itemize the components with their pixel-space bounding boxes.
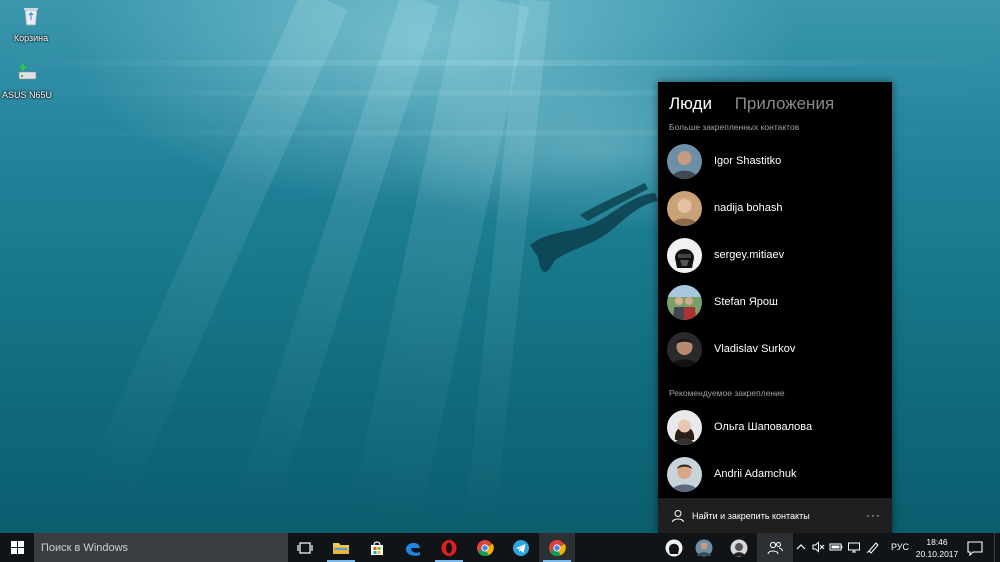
contact-andrii-adamchuk[interactable]: Andrii Adamchuk	[658, 451, 892, 497]
chrome-icon	[477, 539, 494, 556]
avatar	[665, 539, 683, 556]
desktop-icon-recycle-bin[interactable]: Корзина	[1, 5, 61, 43]
contact-igor-shastitko[interactable]: Igor Shastitko	[658, 138, 892, 184]
desktop-icon-label: Корзина	[13, 33, 49, 43]
more-options-button[interactable]: ···	[866, 508, 881, 522]
contact-name: Igor Shastitko	[714, 155, 782, 167]
start-button[interactable]	[0, 533, 34, 562]
taskbar-pinned-contact-vladislav[interactable]	[721, 533, 757, 562]
tab-apps[interactable]: Приложения	[735, 94, 834, 113]
taskbar-app-store[interactable]	[359, 533, 395, 562]
folder-icon	[333, 542, 349, 554]
taskbar-app-opera[interactable]	[431, 533, 467, 562]
contact-name: Ольга Шаповалова	[714, 421, 813, 433]
avatar	[667, 190, 702, 226]
avatar	[667, 456, 702, 492]
clock[interactable]: 18:46 20.10.2017	[915, 536, 959, 560]
avatar	[667, 331, 702, 367]
swimmer-silhouette	[530, 183, 658, 272]
windows-logo-icon	[10, 541, 24, 554]
contact-olga-shapovalova[interactable]: Ольга Шаповалова	[658, 404, 892, 450]
contact-stefan-yarosh[interactable]: Stefan Ярош	[658, 279, 892, 325]
chrome-icon	[549, 539, 566, 556]
contact-name: Andrii Adamchuk	[714, 468, 797, 480]
avatar	[667, 143, 702, 179]
people-icon	[767, 541, 783, 554]
taskbar-app-chrome-2[interactable]	[539, 533, 575, 562]
action-center-icon[interactable]	[965, 539, 985, 557]
contact-name: Vladislav Surkov	[714, 343, 796, 355]
battery-icon[interactable]	[829, 540, 843, 554]
people-flyout: Люди Приложения Больше закрепленных конт…	[658, 82, 892, 533]
clock-time: 18:46	[926, 537, 948, 547]
edge-icon	[406, 542, 420, 556]
contact-vladislav-surkov[interactable]: Vladislav Surkov	[658, 326, 892, 372]
chevron-up-icon[interactable]	[794, 540, 808, 554]
suggested-section-label: Рекомендуемое закрепление	[669, 388, 785, 398]
store-icon	[371, 540, 383, 555]
avatar	[695, 539, 713, 556]
avatar	[667, 237, 702, 273]
contact-name: sergey.mitiaev	[714, 249, 785, 261]
input-language-indicator[interactable]: РУС	[891, 542, 909, 552]
network-icon[interactable]	[847, 540, 861, 554]
desktop-icon-label: ASUS N65U	[1, 90, 53, 100]
contact-sergey-mitiaev[interactable]: sergey.mitiaev	[658, 232, 892, 278]
volume-muted-icon[interactable]	[811, 540, 825, 554]
people-button[interactable]	[757, 533, 793, 562]
clock-date: 20.10.2017	[915, 549, 959, 559]
tab-people[interactable]: Люди	[669, 94, 712, 113]
taskbar-app-telegram[interactable]	[503, 533, 539, 562]
taskbar-app-chrome[interactable]	[467, 533, 503, 562]
contact-name: nadija bohash	[714, 202, 783, 214]
task-view-button[interactable]	[287, 533, 323, 562]
recycle-bin-icon	[24, 8, 38, 26]
contact-nadija-bohash[interactable]: nadija bohash	[658, 185, 892, 231]
show-desktop-button[interactable]	[994, 533, 1000, 562]
find-and-pin-contacts-button[interactable]: Найти и закрепить контакты	[692, 511, 810, 521]
contact-name: Stefan Ярош	[714, 296, 778, 308]
avatar	[730, 539, 748, 556]
people-footer: Найти и закрепить контакты ···	[658, 498, 892, 533]
taskbar-search-box[interactable]: Поиск в Windows	[34, 533, 288, 562]
network-drive-icon	[18, 64, 37, 80]
avatar	[667, 284, 702, 320]
telegram-icon	[513, 539, 529, 556]
taskbar-pinned-contact-igor[interactable]	[686, 533, 722, 562]
pen-icon[interactable]	[866, 540, 880, 554]
avatar	[667, 409, 702, 445]
person-icon	[672, 509, 684, 522]
people-tabs: Люди Приложения	[669, 94, 852, 114]
desktop-icon-asus-drive[interactable]: ASUS N65U	[0, 62, 57, 100]
taskbar-app-edge[interactable]	[395, 533, 431, 562]
pinned-section-label: Больше закрепленных контактов	[669, 122, 800, 132]
taskbar: Поиск в Windows РУС 18:46 20.10.2017	[0, 533, 1000, 562]
opera-icon	[441, 539, 457, 556]
search-placeholder: Поиск в Windows	[41, 541, 129, 554]
taskbar-app-file-explorer[interactable]	[323, 533, 359, 562]
task-view-icon	[297, 541, 313, 554]
